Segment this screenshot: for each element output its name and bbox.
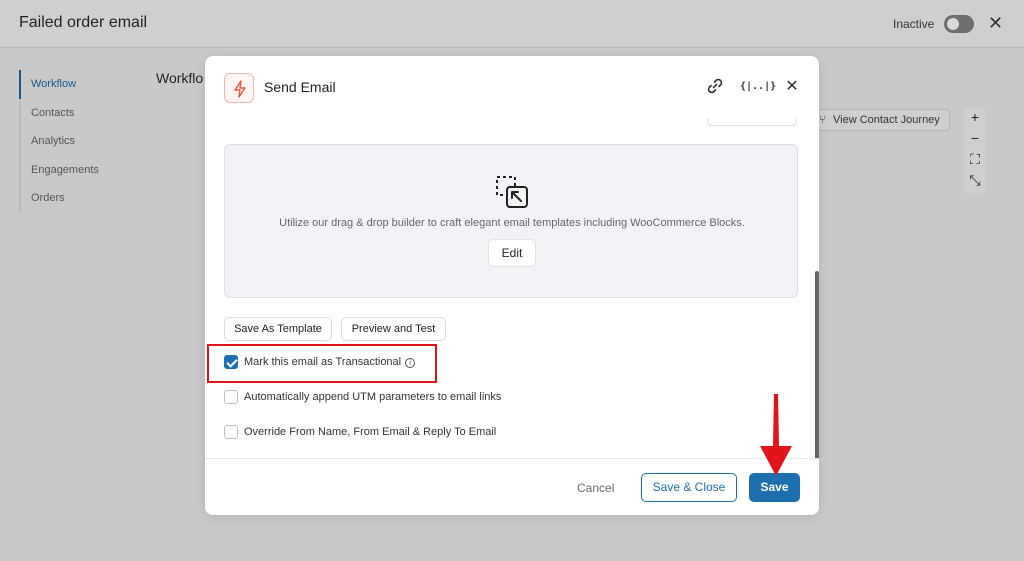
transactional-checkbox[interactable] <box>224 355 238 369</box>
utm-checkbox[interactable] <box>224 390 238 404</box>
expand-icon[interactable]: ⤡ <box>964 170 986 191</box>
email-builder-panel: Utilize our drag & drop builder to craft… <box>224 144 798 298</box>
override-from-checkbox[interactable] <box>224 425 238 439</box>
save-as-template-button[interactable]: Save As Template <box>224 317 332 341</box>
utm-label: Automatically append UTM parameters to e… <box>244 391 502 403</box>
top-bar: Failed order email Inactive ✕ <box>0 0 1024 48</box>
sidebar-item-contacts[interactable]: Contacts <box>21 99 129 128</box>
transactional-label: Mark this email as Transactional i <box>244 355 416 369</box>
sidebar-item-analytics[interactable]: Analytics <box>21 127 129 156</box>
send-email-modal: Send Email {|..|} ✕ Utilize our drag & d… <box>205 56 819 515</box>
journey-icon: ⑂ <box>819 114 826 126</box>
status-label: Inactive <box>893 17 935 31</box>
merge-tags-icon[interactable]: {|..|} <box>740 77 776 97</box>
workflow-heading: Workflo <box>156 70 204 86</box>
preview-and-test-button[interactable]: Preview and Test <box>341 317 446 341</box>
link-icon[interactable] <box>705 77 725 97</box>
builder-description: Utilize our drag & drop builder to craft… <box>279 217 745 229</box>
journey-button-label: View Contact Journey <box>833 114 940 126</box>
active-toggle[interactable] <box>944 15 974 33</box>
save-close-button[interactable]: Save & Close <box>641 473 737 502</box>
edit-button[interactable]: Edit <box>488 239 536 267</box>
sidebar-item-engagements[interactable]: Engagements <box>21 156 129 185</box>
close-icon[interactable]: ✕ <box>988 13 1006 33</box>
zoom-toolbar: + − ⛶ ⤡ <box>964 107 986 193</box>
modal-close-icon[interactable]: ✕ <box>782 77 802 97</box>
annotation-arrow-icon <box>760 394 792 476</box>
zoom-in-icon[interactable]: + <box>964 107 986 128</box>
info-icon[interactable]: i <box>405 358 416 368</box>
override-from-label: Override From Name, From Email & Reply T… <box>244 426 497 438</box>
drag-drop-icon <box>495 175 529 214</box>
modal-body: Utilize our drag & drop builder to craft… <box>205 118 819 458</box>
sidebar: Workflow Contacts Analytics Engagements … <box>19 70 129 213</box>
bolt-icon <box>224 73 254 103</box>
partially-visible-button[interactable] <box>707 118 797 126</box>
page-title: Failed order email <box>19 14 148 31</box>
modal-header: Send Email {|..|} ✕ <box>205 56 819 118</box>
modal-title: Send Email <box>264 79 336 95</box>
view-contact-journey-button[interactable]: ⑂ View Contact Journey <box>812 109 950 131</box>
transactional-label-text: Mark this email as Transactional <box>244 356 402 368</box>
modal-footer: Cancel Save & Close Save <box>205 458 819 515</box>
zoom-out-icon[interactable]: − <box>964 128 986 149</box>
modal-scrollbar[interactable] <box>815 271 819 461</box>
cancel-button[interactable]: Cancel <box>577 481 614 495</box>
sidebar-item-workflow[interactable]: Workflow <box>19 70 129 99</box>
fit-view-icon[interactable]: ⛶ <box>964 149 986 170</box>
sidebar-item-orders[interactable]: Orders <box>21 184 129 213</box>
